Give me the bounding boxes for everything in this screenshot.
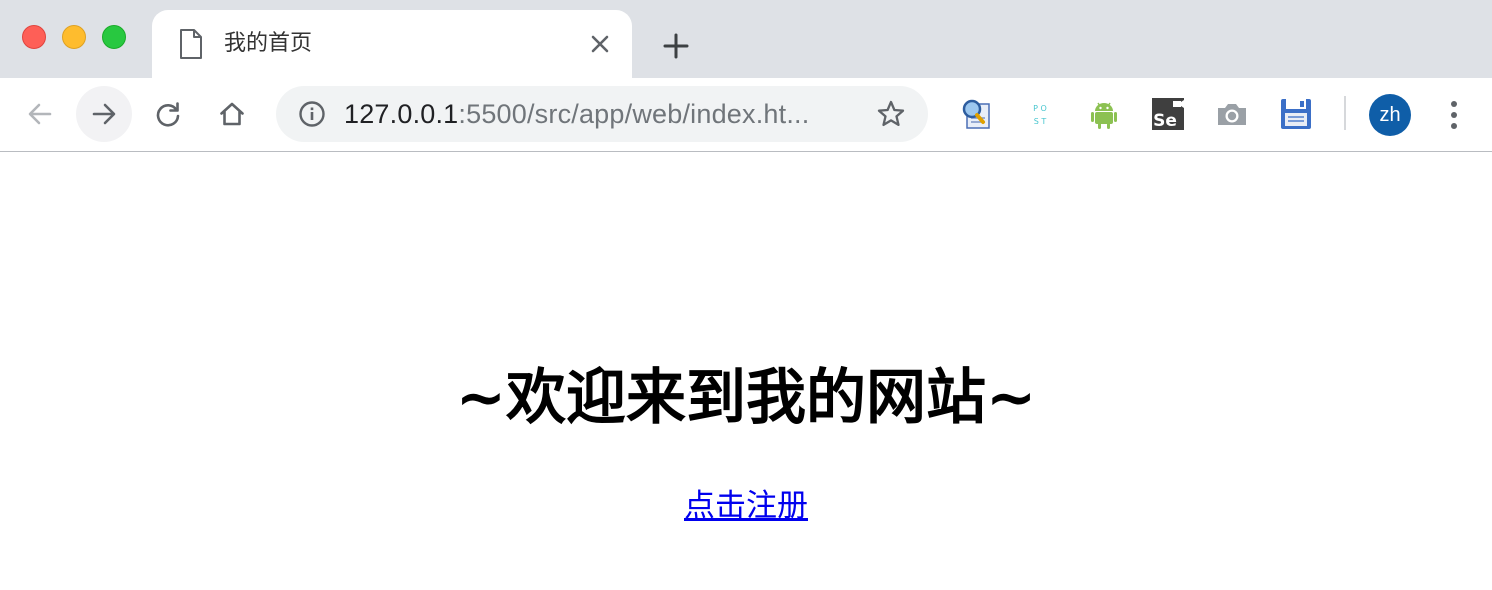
home-button[interactable] [204,86,260,142]
selenium-logo-icon: Se [1152,98,1184,131]
postman-bottom-letters: S T [1034,117,1047,126]
browser-toolbar: 127.0.0.1:5500/src/app/web/index.ht... P… [0,78,1492,152]
postman-top-letters: P O [1033,104,1047,113]
search-doc-extension-icon[interactable] [958,96,994,132]
minimize-window-button[interactable] [62,25,86,49]
selenium-label: Se [1153,111,1177,131]
forward-arrow-icon [92,103,116,125]
register-link[interactable]: 点击注册 [684,488,808,524]
url-path: :5500/src/app/web/index.ht... [458,99,810,129]
register-link-container: 点击注册 [0,484,1492,528]
camera-extension-icon[interactable] [1214,96,1250,132]
profile-avatar[interactable]: zh [1369,94,1411,136]
close-window-button[interactable] [22,25,46,49]
reload-icon [156,102,180,127]
browser-tab-active[interactable]: 我的首页 [152,10,632,78]
close-tab-icon[interactable] [588,32,612,56]
android-extension-icon[interactable] [1086,96,1122,132]
tab-title: 我的首页 [224,31,313,56]
back-button[interactable] [12,86,68,142]
save-extension-icon[interactable] [1278,96,1314,132]
page-heading: ~欢迎来到我的网站~ [455,363,1037,433]
url-host: 127.0.0.1 [344,99,459,129]
selenium-extension-icon[interactable]: Se [1150,96,1186,132]
document-icon [180,29,202,59]
postman-extension-icon[interactable]: P O S T [1022,96,1058,132]
toolbar-divider [1344,96,1346,130]
home-icon [220,102,244,126]
site-info-icon[interactable] [298,100,326,128]
reload-button[interactable] [140,86,196,142]
forward-button[interactable] [76,86,132,142]
postman-logo-icon: P O S T [1033,104,1047,126]
new-tab-plus-icon[interactable] [660,30,692,62]
address-bar[interactable]: 127.0.0.1:5500/src/app/web/index.ht... [276,86,928,142]
tab-strip: 我的首页 [0,0,1492,78]
more-menu-icon[interactable] [1440,96,1468,134]
maximize-window-button[interactable] [102,25,126,49]
url-text[interactable]: 127.0.0.1:5500/src/app/web/index.ht... [344,98,844,130]
back-arrow-icon [28,103,52,125]
bookmark-star-icon[interactable] [876,99,906,129]
